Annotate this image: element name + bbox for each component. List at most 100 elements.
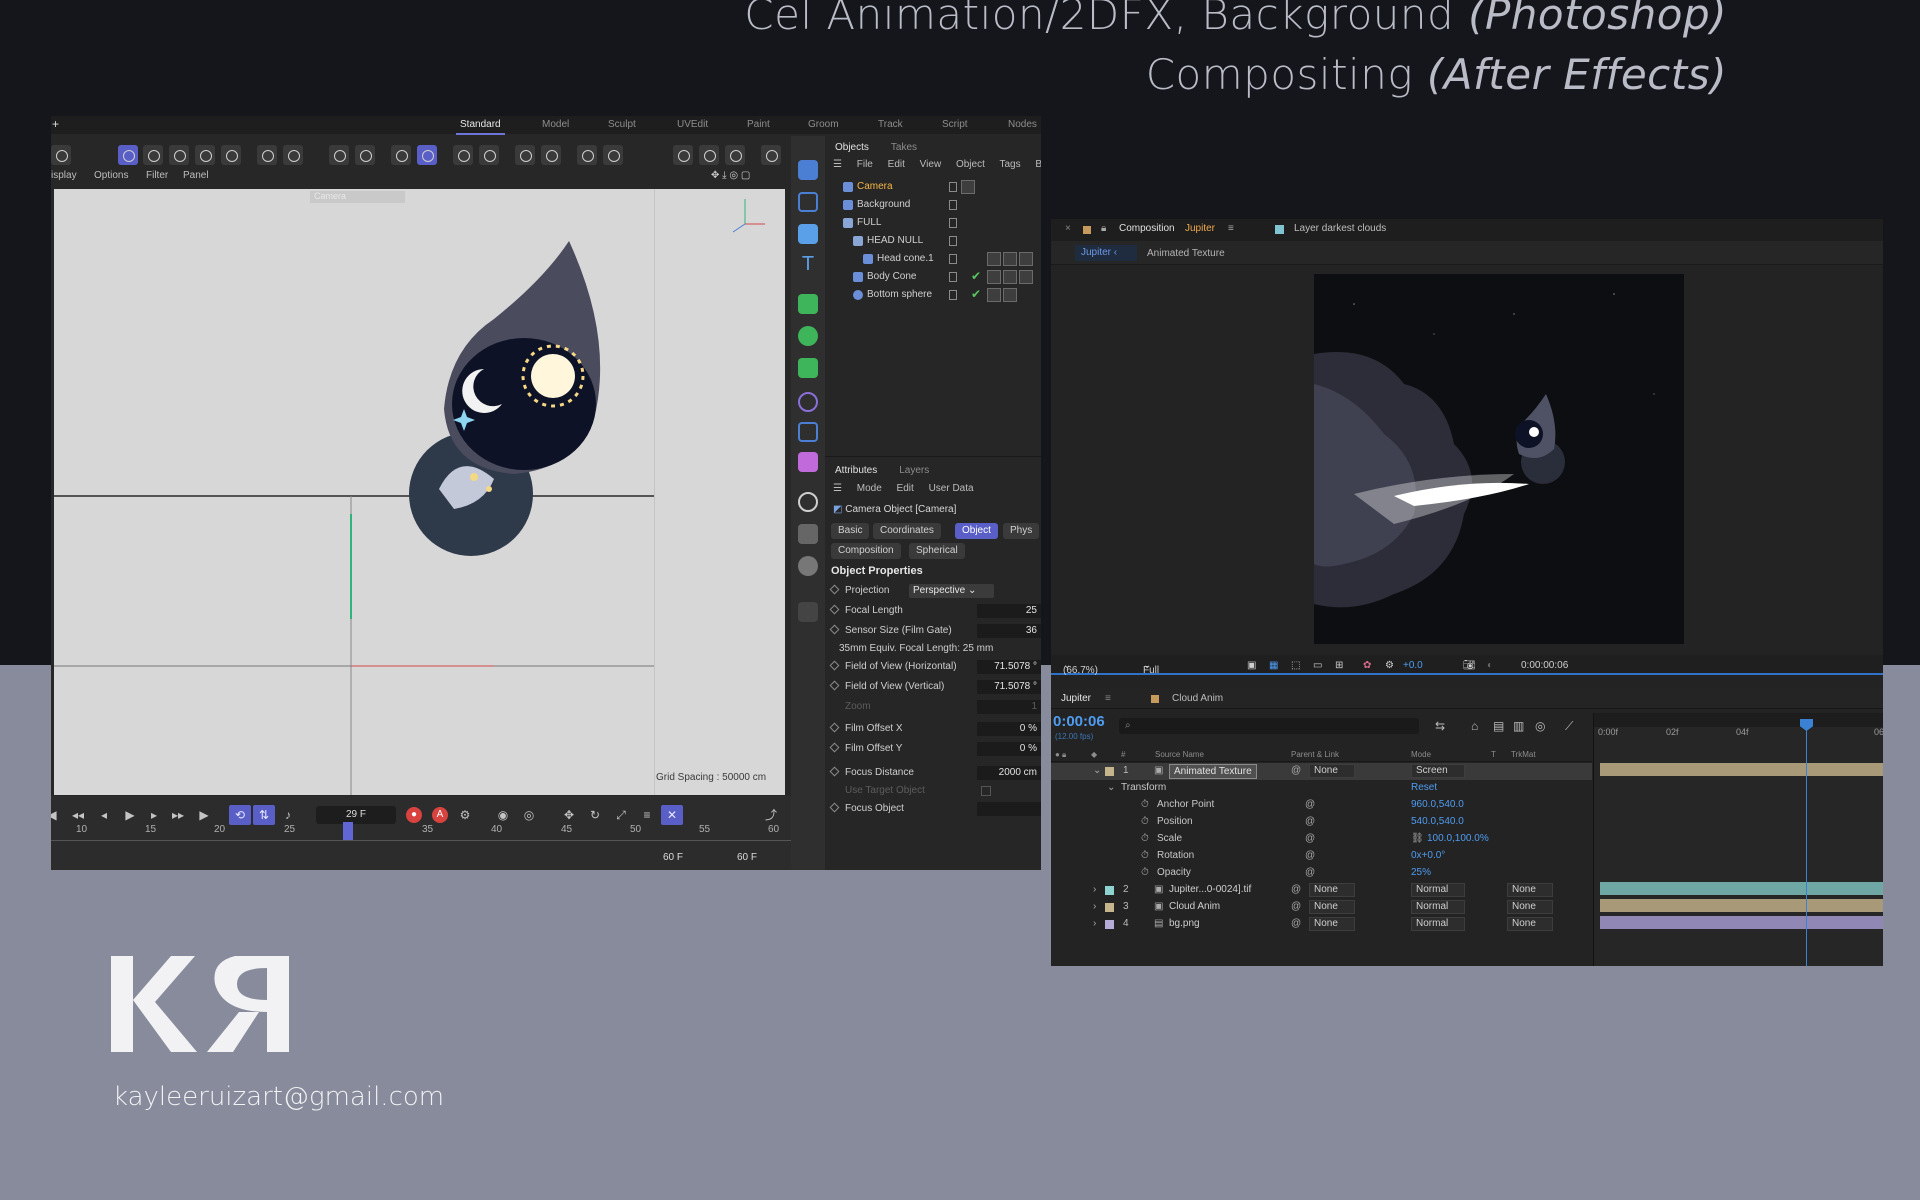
region-of-interest-icon[interactable]: ▭ <box>1313 660 1322 671</box>
render-view-icon[interactable] <box>479 145 499 165</box>
film-offset-y-field[interactable]: 0 % <box>977 742 1041 756</box>
layer-row-3[interactable]: › 3 ▣ Cloud Anim @ None Normal None <box>1051 899 1592 916</box>
visibility-icon[interactable] <box>949 254 957 264</box>
shy-layers-icon[interactable]: ▤ <box>1493 719 1504 733</box>
collapse-icon[interactable]: › <box>1093 918 1096 929</box>
blend-mode-select[interactable]: Screen <box>1411 764 1465 778</box>
skip-start-icon[interactable]: ◀ <box>51 808 59 822</box>
texture-mode-icon[interactable] <box>221 145 241 165</box>
keyframe-diamond-icon[interactable] <box>829 722 840 733</box>
cloner-icon[interactable] <box>798 326 818 346</box>
enabled-check-icon[interactable]: ✔ <box>971 269 981 283</box>
mode-header[interactable]: Mode <box>1411 750 1431 759</box>
layout-tab-track[interactable]: Track <box>878 119 903 130</box>
light-icon[interactable] <box>798 556 818 576</box>
object-row-background[interactable]: Background <box>831 196 1041 214</box>
blend-mode-select[interactable]: Normal <box>1411 917 1466 931</box>
menu-options[interactable]: Options <box>94 170 128 181</box>
material-tag-icon[interactable] <box>1003 252 1017 266</box>
lock-icon[interactable] <box>577 145 597 165</box>
param-key-icon[interactable]: ≡ <box>640 808 654 822</box>
composition-name[interactable]: Jupiter <box>1185 223 1215 234</box>
primitive-cube-icon[interactable] <box>798 224 818 244</box>
subtab-object[interactable]: Object <box>955 523 998 539</box>
objects-menu-tags[interactable]: Tags <box>999 159 1020 170</box>
home-icon[interactable] <box>51 145 71 165</box>
square-icon[interactable] <box>798 192 818 212</box>
visibility-icon[interactable] <box>949 218 957 228</box>
attributes-menu-mode[interactable]: Mode <box>857 483 882 494</box>
sketch-icon[interactable] <box>798 602 818 622</box>
keyframe-diamond-icon[interactable] <box>829 742 840 753</box>
panel-menu-icon[interactable]: ≡ <box>1105 693 1111 704</box>
menu-panel[interactable]: Panel <box>183 170 209 181</box>
expression-pickwhip-icon[interactable]: @ <box>1305 833 1315 844</box>
keyframe-diamond-icon[interactable] <box>829 584 840 595</box>
layout-tab-standard[interactable]: Standard <box>456 119 505 135</box>
material-tag-icon[interactable] <box>1003 270 1017 284</box>
object-row-camera[interactable]: Camera <box>831 178 1041 196</box>
layer-name[interactable]: bg.png <box>1169 918 1200 929</box>
layer-name[interactable]: Animated Texture <box>1169 764 1257 779</box>
viewer-time[interactable]: 0:00:00:06 <box>1521 660 1568 671</box>
contact-email[interactable]: kayleeruizart@gmail.com <box>113 1082 444 1112</box>
layer-color-label[interactable] <box>1105 886 1114 895</box>
layer-search-input[interactable]: ⌕ <box>1119 718 1419 734</box>
tab-attributes[interactable]: Attributes <box>835 465 877 476</box>
phong-tag-icon[interactable] <box>987 270 1001 284</box>
layout-tab-paint[interactable]: Paint <box>747 119 770 130</box>
visibility-icon[interactable] <box>949 182 957 192</box>
view-nav-icons[interactable]: ✥ ⤓ ◎ ▢ <box>711 170 750 181</box>
snap-icon[interactable] <box>355 145 375 165</box>
camera-icon[interactable] <box>798 160 818 180</box>
effector-icon[interactable] <box>798 358 818 378</box>
frame-blending-icon[interactable]: ▥ <box>1513 719 1524 733</box>
visibility-icon[interactable] <box>949 200 957 210</box>
magnification-select[interactable]: (66.7%) ⌄ <box>1063 660 1098 676</box>
axis-icon[interactable] <box>257 145 277 165</box>
t-header[interactable]: T <box>1491 750 1496 759</box>
pickwhip-icon[interactable]: @ <box>1291 918 1301 929</box>
autokey-icon[interactable]: A <box>432 807 448 823</box>
camera-rig-icon[interactable] <box>798 524 818 544</box>
time-navigator[interactable] <box>1594 713 1883 727</box>
visibility-icon[interactable] <box>949 290 957 300</box>
workplane-icon[interactable] <box>541 145 561 165</box>
parent-select[interactable]: None <box>1309 917 1355 931</box>
layer-bar-4[interactable] <box>1600 916 1883 929</box>
tab-takes[interactable]: Takes <box>891 142 917 153</box>
prop-row-position[interactable]: ⏱︎ Position @ 540.0,540.0 <box>1051 814 1592 831</box>
add-icon[interactable]: + <box>52 117 59 131</box>
layout-tab-groom[interactable]: Groom <box>808 119 839 130</box>
field-icon[interactable] <box>798 422 818 442</box>
keyframe-selection-icon[interactable]: ◉ <box>496 808 510 822</box>
stopwatch-icon[interactable]: ⏱︎ <box>1141 799 1149 810</box>
prev-key-icon[interactable]: ◂◂ <box>71 808 85 822</box>
layer-color-label[interactable] <box>1105 920 1114 929</box>
sketch-tag-icon[interactable] <box>1019 270 1033 284</box>
composition-viewer[interactable] <box>1314 274 1684 644</box>
cube-icon[interactable] <box>169 145 189 165</box>
target-tag-icon[interactable] <box>961 180 975 194</box>
expression-pickwhip-icon[interactable]: @ <box>1305 799 1315 810</box>
prop-value[interactable]: 540.0,540.0 <box>1411 816 1464 827</box>
prop-value[interactable]: 960.0,540.0 <box>1411 799 1464 810</box>
focus-distance-field[interactable]: 2000 cm <box>977 766 1041 780</box>
transform-reset-link[interactable]: Reset <box>1411 782 1437 793</box>
phong-tag-icon[interactable] <box>987 288 1001 302</box>
parent-select[interactable]: None <box>1309 764 1355 778</box>
sound-icon[interactable]: ♪ <box>281 808 295 822</box>
magnet-icon[interactable] <box>329 145 349 165</box>
prop-row-anchor-point[interactable]: ⏱︎ Anchor Point @ 960.0,540.0 <box>1051 797 1592 814</box>
pickwhip-icon[interactable]: @ <box>1291 901 1301 912</box>
environment-icon[interactable] <box>798 492 818 512</box>
scale-key-icon[interactable]: ⤢ <box>614 808 628 822</box>
spline-icon[interactable] <box>798 452 818 472</box>
object-row-body-cone[interactable]: Body Cone ✔ <box>831 268 1041 286</box>
resolution-select[interactable]: Full ⌄ <box>1143 660 1159 676</box>
attributes-menu-userdata[interactable]: User Data <box>929 483 974 494</box>
collapse-icon[interactable]: › <box>1093 901 1096 912</box>
layer-panel-tab[interactable]: Layer darkest clouds <box>1294 223 1386 234</box>
comp-mini-flowchart-icon[interactable]: ⇆ <box>1435 719 1445 733</box>
stopwatch-icon[interactable]: ⏱︎ <box>1141 867 1149 878</box>
